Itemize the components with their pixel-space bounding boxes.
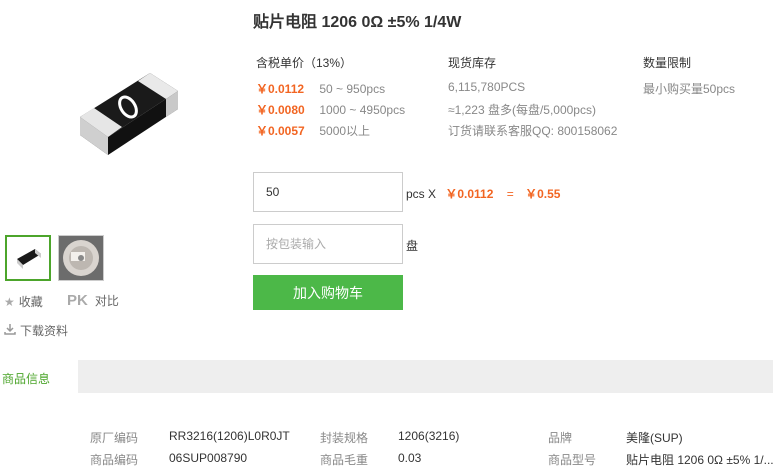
download-label: 下载资料 [20, 324, 69, 338]
price-tier-3: ￥0.0057 5000以上 [256, 122, 370, 139]
product-title: 贴片电阻 1206 0Ω ±5% 1/4W [253, 14, 462, 31]
price-tier-2: ￥0.0080 1000 ~ 4950pcs [256, 101, 405, 118]
tier-range: 5000以上 [319, 124, 371, 138]
stock-qty: 6,115,780PCS [448, 80, 526, 94]
spec-value: 贴片电阻 1206 0Ω ±5% 1/... [626, 453, 773, 467]
favorite-label: 收藏 [18, 295, 43, 309]
stock-header: 现货库存 [448, 56, 497, 70]
unit-label: pcs X [406, 187, 437, 201]
package-input[interactable] [253, 224, 403, 264]
total-price: ￥0.55 [525, 187, 561, 201]
spec-value: 美隆(SUP) [626, 431, 683, 445]
quantity-input[interactable] [253, 172, 403, 212]
tier-price: ￥0.0080 [256, 103, 305, 117]
thumbnail-resistor[interactable] [5, 235, 51, 281]
thumbnail-reel[interactable] [58, 235, 104, 281]
tier-range: 50 ~ 950pcs [319, 82, 386, 96]
spec-label: 商品型号 [548, 453, 597, 467]
tab-bar [0, 360, 773, 393]
compare-label: 对比 [94, 294, 119, 308]
download-button[interactable]: 下载资料 [4, 322, 68, 339]
star-icon: ★ [4, 294, 15, 309]
spec-label: 商品毛重 [320, 453, 369, 467]
spec-value: 1206(3216) [398, 429, 460, 443]
equals-sign: = [506, 187, 514, 201]
pk-icon: PK [67, 292, 88, 309]
compare-button[interactable]: PK 对比 [67, 292, 119, 309]
download-icon [4, 323, 16, 338]
stock-contact: 订货请联系客服QQ: 800158062 [448, 124, 618, 138]
limit-header: 数量限制 [643, 56, 692, 70]
spec-value: 06SUP008790 [169, 451, 248, 465]
tier-price: ￥0.0112 [256, 82, 305, 96]
tier-range: 1000 ~ 4950pcs [319, 103, 406, 117]
package-unit: 盘 [406, 239, 419, 253]
spec-label: 封装规格 [320, 431, 369, 445]
price-header: 含税单价（13%） [256, 56, 353, 70]
unit-price: ￥0.0112 [445, 187, 494, 201]
stock-reels: ≈1,223 盘多(每盘/5,000pcs) [448, 103, 596, 117]
product-main-image [60, 55, 200, 185]
tab-product-info[interactable]: 商品信息 [0, 360, 78, 393]
favorite-button[interactable]: ★ 收藏 [4, 293, 43, 310]
spec-label: 商品编码 [90, 453, 139, 467]
spec-value: RR3216(1206)L0R0JT [169, 429, 290, 443]
add-to-cart-button[interactable]: 加入购物车 [253, 275, 403, 310]
price-tier-1: ￥0.0112 50 ~ 950pcs [256, 80, 385, 97]
spec-label: 品牌 [548, 431, 573, 445]
spec-label: 原厂编码 [90, 431, 139, 445]
min-purchase: 最小购买量50pcs [643, 82, 736, 96]
price-calculation: pcs X ￥0.0112 = ￥0.55 [406, 185, 560, 202]
spec-value: 0.03 [398, 451, 422, 465]
tier-price: ￥0.0057 [256, 124, 305, 138]
